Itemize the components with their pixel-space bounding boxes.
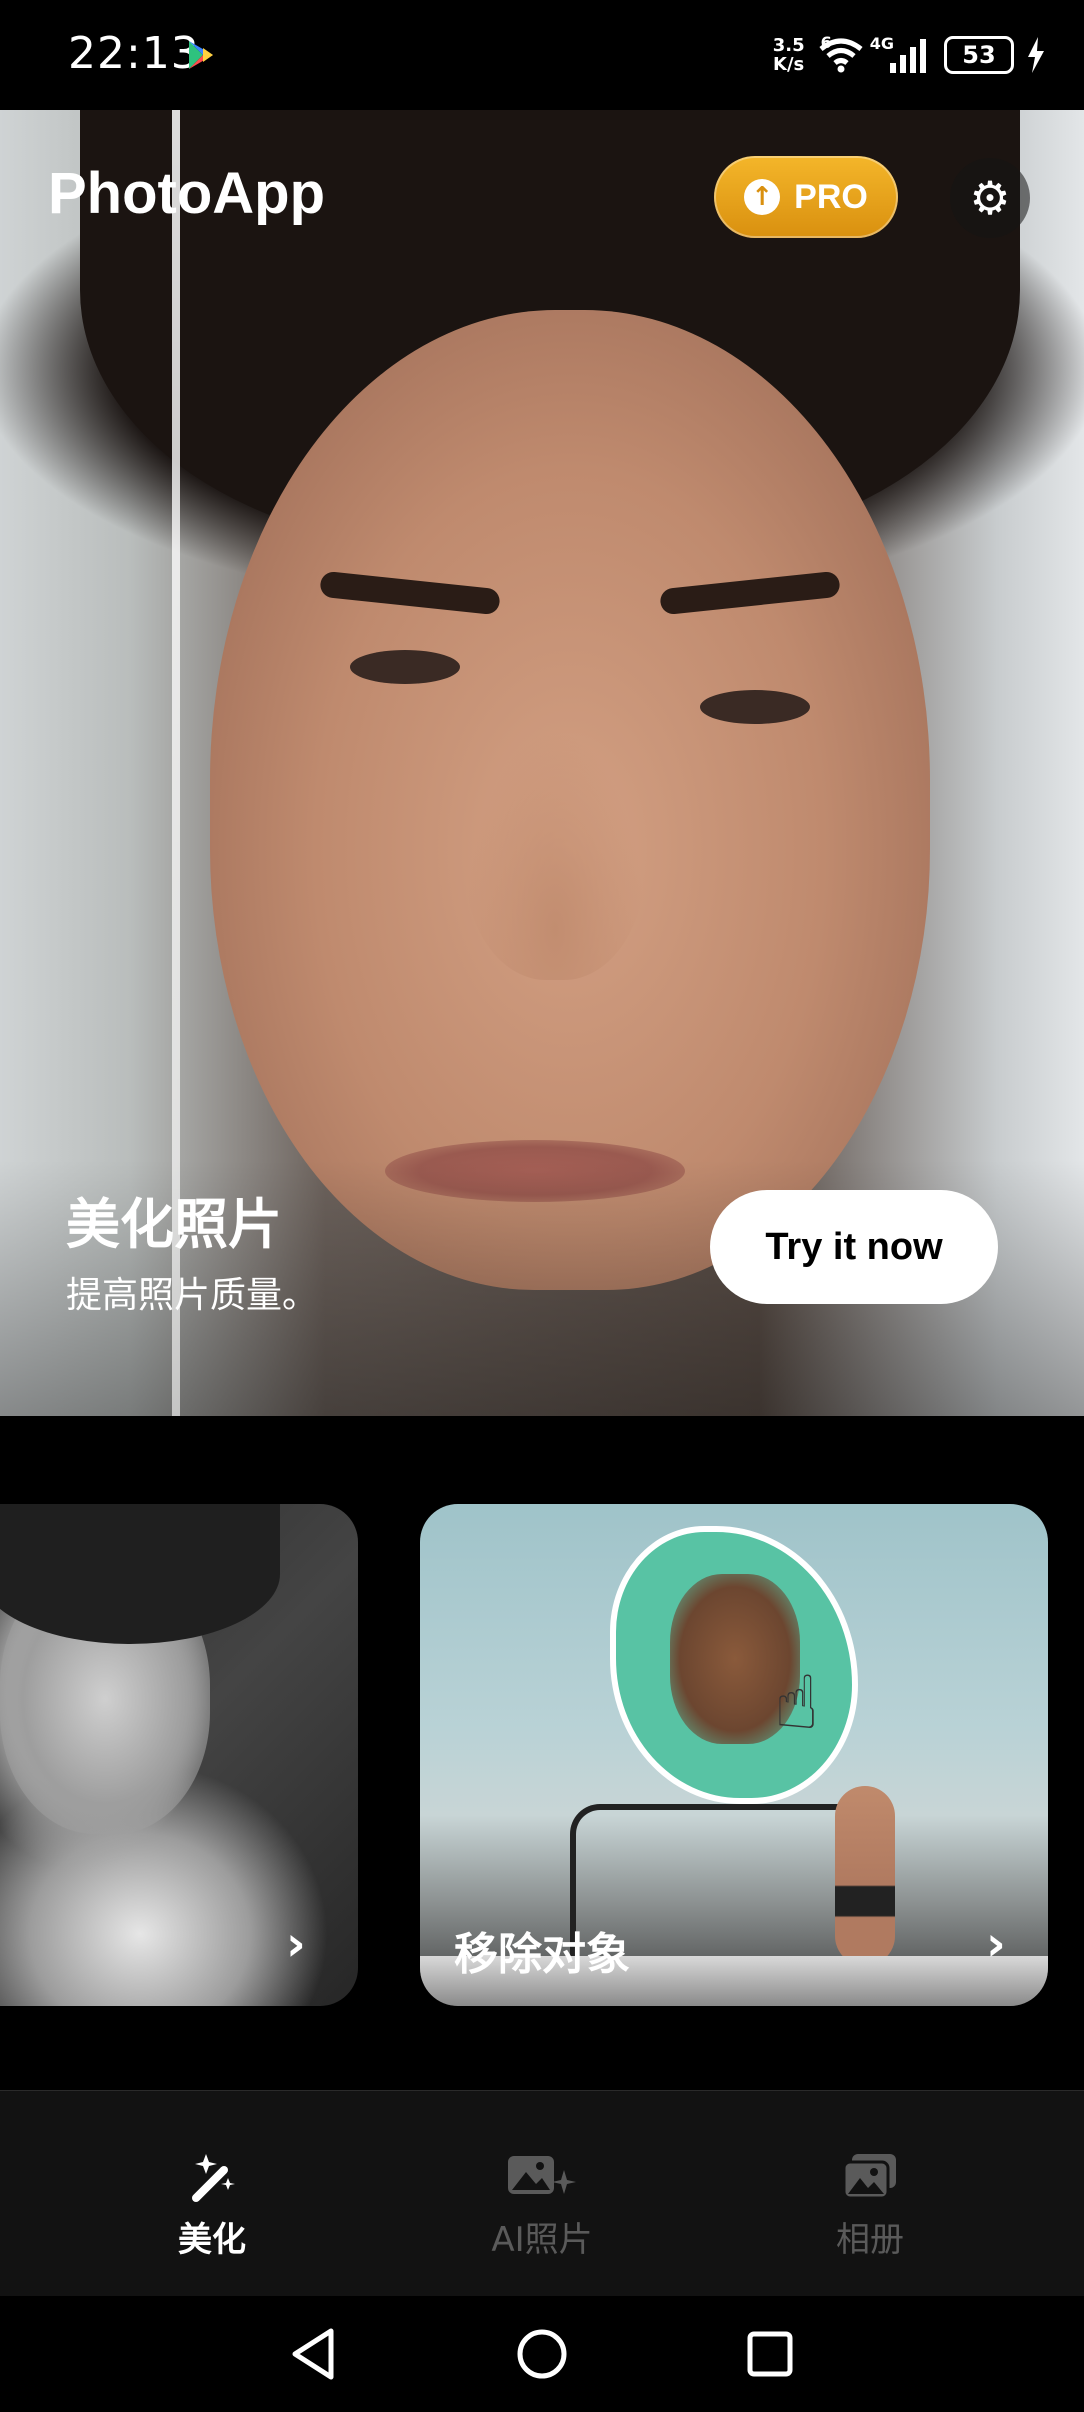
nav-item-gallery[interactable]: 相册 [760, 2150, 980, 2261]
home-circle-icon [517, 2329, 567, 2379]
network-speed-unit: K/s [773, 54, 805, 75]
standing-man [835, 1786, 895, 1966]
back-triangle-icon [292, 2328, 334, 2380]
nav-label-ai-photo: AI照片 [491, 2220, 593, 2260]
network-speed-value: 3.5 [772, 35, 805, 56]
hero-photo-eye-right [700, 690, 810, 724]
app-title: PhotoApp [48, 161, 326, 226]
hero-photo-eye-left [350, 650, 460, 684]
hero-heading: 美化照片 [66, 1193, 282, 1256]
ai-image-icon [508, 2156, 576, 2194]
recents-square-icon [747, 2331, 793, 2377]
battery-indicator: 53 [944, 36, 1014, 74]
battery-level: 53 [962, 41, 996, 69]
pro-button[interactable]: ↑ PRO [714, 156, 898, 238]
chevron-right-icon: › [986, 1916, 1006, 1972]
hero-subheading: 提高照片质量。 [66, 1275, 319, 1316]
pro-label: PRO [794, 177, 868, 216]
settings-button[interactable]: ⚙ [950, 158, 1030, 238]
chevron-right-icon: › [286, 1916, 306, 1972]
gear-icon: ⚙ [969, 171, 1011, 225]
magic-wand-icon [192, 2154, 235, 2202]
home-button[interactable] [512, 2324, 572, 2384]
feature-card-old-photo[interactable]: › [0, 1504, 358, 2006]
status-time: 22:13 [68, 28, 200, 79]
nav-item-ai-photo[interactable]: AI照片 [432, 2150, 652, 2261]
remove-object-label: 移除对象 [454, 1929, 630, 1980]
old-photo-hair [0, 1504, 280, 1644]
nav-label-beautify: 美化 [178, 2220, 246, 2260]
nav-item-beautify[interactable]: 美化 [102, 2150, 322, 2261]
nav-label-gallery: 相册 [836, 2220, 904, 2260]
play-store-icon [189, 41, 213, 69]
recents-button[interactable] [740, 2324, 800, 2384]
gallery-icon [842, 2154, 896, 2200]
wifi-label: 6 [820, 32, 832, 52]
status-right-cluster: 3.5 K/s 6 4G 53 [773, 30, 1046, 80]
hero-photo-nose [465, 730, 645, 980]
upgrade-arrow-icon: ↑ [744, 179, 781, 215]
charging-icon [1028, 37, 1044, 73]
cell-signal-icon [890, 39, 926, 73]
pointing-hand-icon: ☝ [774, 1660, 820, 1746]
try-it-now-button[interactable]: Try it now [710, 1190, 998, 1304]
network-speed: 3.5 K/s [773, 36, 805, 74]
back-button[interactable] [282, 2324, 342, 2384]
